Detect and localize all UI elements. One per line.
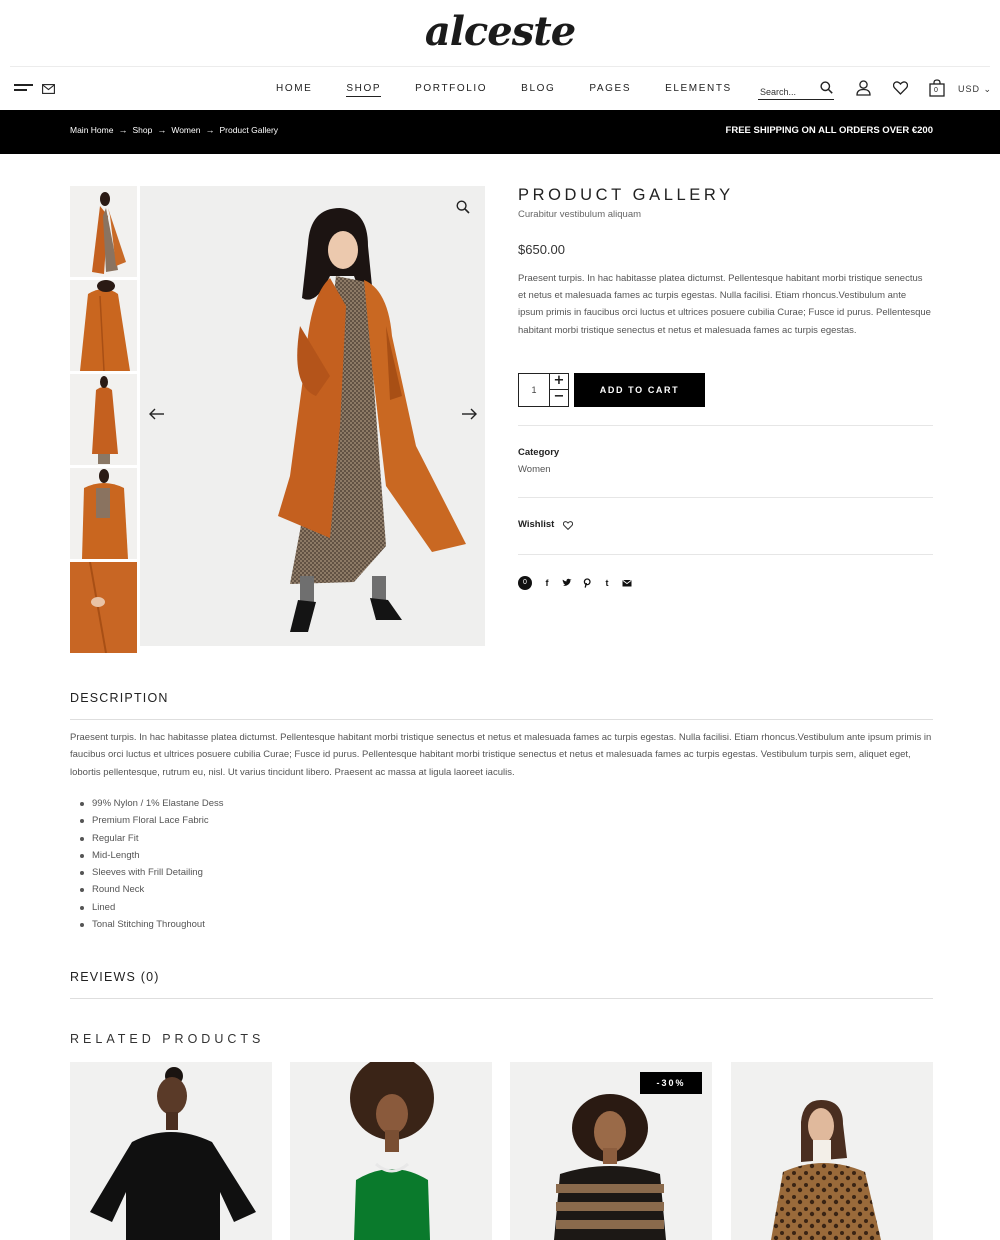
- wishlist-heart-icon[interactable]: [893, 81, 908, 95]
- breadcrumb-bar: Main Home → Shop → Women → Product Galle…: [0, 110, 1000, 154]
- description-body: Praesent turpis. In hac habitasse platea…: [70, 732, 932, 778]
- category-link[interactable]: Women: [518, 464, 551, 475]
- category-label: Category: [518, 447, 560, 458]
- related-product-card-3[interactable]: -30%: [510, 1062, 712, 1240]
- sale-badge: -30%: [640, 1072, 702, 1094]
- thumbnail-2[interactable]: [70, 280, 137, 371]
- currency-label: USD: [958, 84, 981, 94]
- wishlist-heart-icon[interactable]: [563, 521, 573, 530]
- product-image: [731, 1062, 933, 1240]
- product-short-description: Praesent turpis. In hac habitasse platea…: [518, 273, 931, 336]
- currency-selector[interactable]: USD ⌄: [958, 84, 992, 95]
- product-price: $650.00: [518, 242, 565, 257]
- breadcrumb: Main Home → Shop → Women → Product Galle…: [70, 125, 278, 135]
- divider: [518, 425, 933, 426]
- arrow-right-icon: →: [205, 125, 215, 135]
- search-box: [758, 80, 834, 100]
- list-item: Sleeves with Frill Detailing: [80, 864, 223, 881]
- thumbnail-1[interactable]: [70, 186, 137, 277]
- chevron-down-icon: ⌄: [983, 84, 993, 94]
- quantity-stepper: + −: [518, 373, 569, 407]
- reviews-tab[interactable]: REVIEWS (0): [70, 970, 160, 984]
- related-products-title: RELATED PRODUCTS: [70, 1032, 265, 1046]
- list-item: Round Neck: [80, 881, 223, 898]
- product-image: [70, 1062, 272, 1240]
- thumbnail-5[interactable]: [70, 562, 137, 653]
- list-item: Regular Fit: [80, 830, 223, 847]
- arrow-right-icon: →: [157, 125, 167, 135]
- nav-home[interactable]: HOME: [276, 83, 312, 97]
- related-product-card-1[interactable]: [70, 1062, 272, 1240]
- divider: [518, 554, 933, 555]
- list-item: 99% Nylon / 1% Elastane Dess: [80, 795, 223, 812]
- list-item: Lined: [80, 899, 223, 916]
- related-product-card-4[interactable]: [731, 1062, 933, 1240]
- account-icon[interactable]: [856, 80, 871, 96]
- quantity-minus-icon[interactable]: −: [549, 390, 568, 406]
- nav-links: HOME SHOP PORTFOLIO BLOG PAGES ELEMENTS: [276, 83, 766, 97]
- cart-count: 0: [934, 87, 938, 94]
- product-main-image[interactable]: [140, 186, 485, 646]
- tumblr-icon[interactable]: t: [602, 578, 612, 588]
- nav-pages[interactable]: PAGES: [589, 83, 631, 97]
- thumbnail-strip: [70, 186, 138, 656]
- arrow-right-icon: →: [118, 125, 128, 135]
- divider: [518, 497, 933, 498]
- main-navigation: HOME SHOP PORTFOLIO BLOG PAGES ELEMENTS …: [0, 67, 1000, 110]
- breadcrumb-current: Product Gallery: [219, 125, 279, 135]
- search-input[interactable]: [758, 84, 814, 100]
- twitter-icon[interactable]: [562, 578, 572, 588]
- search-icon[interactable]: [820, 81, 833, 94]
- list-item: Tonal Stitching Throughout: [80, 916, 223, 933]
- hamburger-menu-icon[interactable]: [14, 84, 33, 94]
- email-icon[interactable]: [622, 578, 632, 588]
- product-photo: [140, 186, 485, 646]
- nav-elements[interactable]: ELEMENTS: [665, 83, 732, 97]
- thumbnail-4[interactable]: [70, 468, 137, 559]
- nav-shop[interactable]: SHOP: [346, 83, 382, 97]
- breadcrumb-home[interactable]: Main Home: [70, 125, 113, 135]
- breadcrumb-shop[interactable]: Shop: [132, 125, 152, 135]
- share-row: 0 f t: [518, 576, 642, 590]
- shipping-notice: FREE SHIPPING ON ALL ORDERS OVER €200: [725, 125, 933, 136]
- nav-blog[interactable]: BLOG: [521, 83, 555, 97]
- list-item: Mid-Length: [80, 847, 223, 864]
- thumbnail-3[interactable]: [70, 374, 137, 465]
- quantity-plus-icon[interactable]: +: [549, 374, 568, 390]
- breadcrumb-women[interactable]: Women: [171, 125, 200, 135]
- divider: [70, 719, 933, 720]
- pinterest-icon[interactable]: [582, 578, 592, 588]
- list-item: Premium Floral Lace Fabric: [80, 812, 223, 829]
- brand-logo[interactable]: alceste: [0, 8, 1000, 55]
- share-count: 0: [518, 576, 532, 590]
- nav-portfolio[interactable]: PORTFOLIO: [415, 83, 487, 97]
- quantity-input[interactable]: [519, 374, 549, 406]
- zoom-icon[interactable]: [456, 200, 470, 214]
- description-tab[interactable]: DESCRIPTION: [70, 691, 169, 705]
- divider: [70, 998, 933, 999]
- gallery-next-arrow-icon[interactable]: [461, 408, 477, 420]
- product-title: PRODUCT GALLERY: [518, 186, 734, 204]
- product-image: [290, 1062, 492, 1240]
- feature-list: 99% Nylon / 1% Elastane Dess Premium Flo…: [80, 795, 223, 933]
- related-product-card-2[interactable]: [290, 1062, 492, 1240]
- header-logo-bar: alceste: [0, 0, 1000, 67]
- product-subtitle: Curabitur vestibulum aliquam: [518, 209, 642, 220]
- gallery-prev-arrow-icon[interactable]: [149, 408, 165, 420]
- add-to-cart-button[interactable]: ADD TO CART: [574, 373, 705, 407]
- wishlist-link[interactable]: Wishlist: [518, 519, 554, 530]
- mail-icon[interactable]: [42, 84, 55, 94]
- facebook-icon[interactable]: f: [542, 578, 552, 588]
